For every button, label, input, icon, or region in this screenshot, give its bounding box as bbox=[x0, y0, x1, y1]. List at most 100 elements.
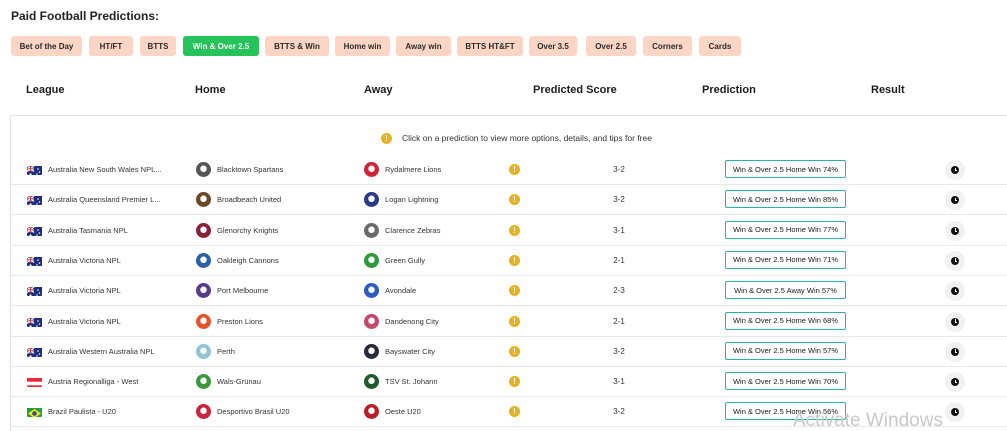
away-team-logo-icon bbox=[364, 162, 379, 177]
info-icon[interactable]: ! bbox=[509, 224, 520, 236]
home-team-logo-icon bbox=[196, 404, 211, 420]
away-team-name: Logan Lightning bbox=[385, 195, 439, 205]
table-row: Australia Victoria NPL Preston Lions Dande… bbox=[11, 307, 1007, 337]
pill-over-3-5[interactable]: Over 3.5 bbox=[529, 36, 577, 56]
result-pending[interactable] bbox=[945, 372, 965, 393]
info-icon[interactable]: ! bbox=[509, 194, 520, 206]
column-header-result: Result bbox=[871, 84, 905, 96]
pill-over-2-5[interactable]: Over 2.5 bbox=[586, 36, 636, 56]
pill-btts[interactable]: BTTS bbox=[140, 36, 176, 56]
australia-flag-icon bbox=[27, 316, 42, 327]
info-icon[interactable]: ! bbox=[509, 345, 520, 357]
home-team-name: Perth bbox=[217, 346, 235, 356]
result-pending[interactable] bbox=[945, 311, 965, 332]
table-row: Australia New South Wales NPL... Blacktow… bbox=[11, 155, 1007, 185]
info-icon[interactable]: ! bbox=[509, 164, 520, 175]
australia-flag-icon bbox=[27, 194, 42, 206]
result-pending[interactable] bbox=[945, 281, 965, 302]
info-icon[interactable]: ! bbox=[509, 285, 520, 297]
prediction-button[interactable]: Win & Over 2.5 Home Win 71% bbox=[725, 250, 846, 269]
prediction-button[interactable]: Win & Over 2.5 Home Win 57% bbox=[725, 341, 846, 360]
predicted-score: 3-1 bbox=[613, 225, 625, 235]
home-team-logo-icon bbox=[196, 313, 211, 329]
away-team-name: Clarence Zebras bbox=[385, 225, 441, 235]
info-icon[interactable]: ! bbox=[509, 254, 520, 266]
prediction-button[interactable]: Win & Over 2.5 Away Win 57% bbox=[725, 281, 846, 300]
column-header-away: Away bbox=[364, 84, 393, 96]
away-team-name: Bayswater City bbox=[385, 346, 436, 356]
table-row: Austria Regionalliga - West Wals-Grünau TS… bbox=[11, 367, 1007, 398]
home-team-logo-icon bbox=[196, 162, 211, 177]
home-team-logo-icon bbox=[196, 222, 211, 238]
home-team-logo-icon bbox=[196, 343, 211, 359]
info-icon[interactable]: ! bbox=[509, 376, 520, 388]
clock-icon bbox=[951, 408, 959, 417]
away-team-logo-icon bbox=[364, 404, 379, 420]
away-team-logo-icon bbox=[364, 222, 379, 238]
pill-home-win[interactable]: Home win bbox=[335, 36, 390, 56]
home-team-name: Port Melbourne bbox=[217, 286, 269, 296]
pill-cards[interactable]: Cards bbox=[699, 36, 741, 56]
prediction-button[interactable]: Win & Over 2.5 Home Win 74% bbox=[725, 160, 846, 178]
home-team-logo-icon bbox=[196, 192, 211, 208]
home-team-name: Broadbeach United bbox=[217, 195, 282, 205]
home-team-name: Preston Lions bbox=[217, 316, 263, 326]
away-team-name: TSV St. Johann bbox=[385, 377, 438, 387]
away-team-name: Green Gully bbox=[385, 255, 426, 265]
clock-icon bbox=[951, 287, 959, 296]
away-team-name: Avondale bbox=[385, 286, 417, 296]
page-title: Paid Football Predictions: bbox=[11, 9, 160, 23]
away-team-name: Oeste U20 bbox=[385, 407, 421, 417]
table-row: Australia Victoria NPL Port Melbourne Avon… bbox=[11, 276, 1007, 307]
result-pending[interactable] bbox=[945, 190, 965, 211]
pill-corners[interactable]: Corners bbox=[643, 36, 692, 56]
predicted-score: 2-3 bbox=[613, 286, 625, 296]
pill-away-win[interactable]: Away win bbox=[396, 36, 451, 56]
pill-bet-of-the-day[interactable]: Bet of the Day bbox=[11, 36, 82, 56]
predicted-score: 3-2 bbox=[613, 195, 625, 205]
prediction-button[interactable]: Win & Over 2.5 Home Win 70% bbox=[725, 372, 846, 391]
league-name: Australia Victoria NPL bbox=[48, 286, 121, 296]
result-pending[interactable] bbox=[945, 402, 965, 423]
pill-btts-ht-ft[interactable]: BTTS HT&FT bbox=[457, 36, 523, 56]
table-row: Australia Western Australia NPL Perth Bays… bbox=[11, 337, 1007, 367]
home-team-name: Desportivo Brasil U20 bbox=[217, 407, 290, 417]
pill-ht-ft[interactable]: HT/FT bbox=[89, 36, 133, 56]
league-name: Brazil Paulista - U20 bbox=[48, 407, 116, 417]
result-pending[interactable] bbox=[945, 341, 965, 362]
result-pending[interactable] bbox=[945, 250, 965, 271]
prediction-button[interactable]: Win & Over 2.5 Home Win 77% bbox=[725, 220, 846, 239]
info-icon[interactable]: ! bbox=[509, 315, 520, 327]
away-team-logo-icon bbox=[364, 283, 379, 299]
pill-btts-win[interactable]: BTTS & Win bbox=[265, 36, 329, 56]
australia-flag-icon bbox=[27, 164, 42, 175]
league-name: Australia Western Australia NPL bbox=[48, 346, 155, 356]
column-header-league: League bbox=[26, 84, 65, 96]
pill-win-over-2-5[interactable]: Win & Over 2.5 bbox=[183, 36, 259, 56]
away-team-logo-icon bbox=[364, 252, 379, 268]
league-name: Australia Tasmania NPL bbox=[48, 225, 128, 235]
predicted-score: 2-1 bbox=[613, 316, 625, 326]
league-name: Australia Victoria NPL bbox=[48, 316, 121, 326]
predicted-score: 3-2 bbox=[613, 346, 625, 356]
australia-flag-icon bbox=[27, 255, 42, 266]
australia-flag-icon bbox=[27, 285, 42, 297]
info-icon[interactable]: ! bbox=[509, 406, 520, 418]
prediction-button[interactable]: Win & Over 2.5 Home Win 85% bbox=[725, 190, 846, 209]
league-name: Australia New South Wales NPL... bbox=[48, 165, 162, 174]
predicted-score: 3-1 bbox=[613, 377, 625, 387]
predicted-score: 3-2 bbox=[613, 165, 625, 174]
result-pending[interactable] bbox=[945, 220, 965, 241]
info-banner: ! Click on a prediction to view more opt… bbox=[0, 131, 1007, 147]
result-pending[interactable] bbox=[945, 160, 965, 180]
clock-icon bbox=[951, 226, 959, 235]
prediction-button[interactable]: Win & Over 2.5 Home Win 68% bbox=[725, 311, 846, 330]
league-name: Austria Regionalliga - West bbox=[48, 377, 139, 387]
clock-icon bbox=[951, 378, 959, 387]
info-text: Click on a prediction to view more optio… bbox=[402, 133, 652, 143]
home-team-name: Wals-Grünau bbox=[217, 377, 261, 387]
activate-windows-watermark: Activate Windows bbox=[793, 410, 943, 431]
column-header-predicted-score: Predicted Score bbox=[533, 84, 617, 96]
away-team-logo-icon bbox=[364, 313, 379, 329]
home-team-logo-icon bbox=[196, 374, 211, 390]
